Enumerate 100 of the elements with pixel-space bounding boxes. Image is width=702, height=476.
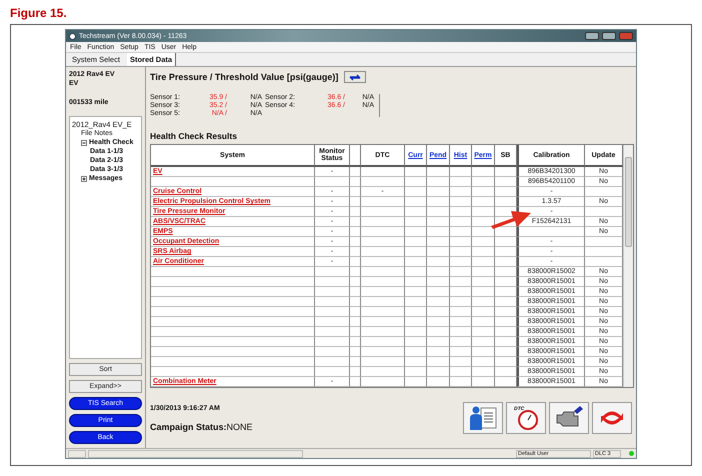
table-cell	[361, 247, 405, 257]
table-cell	[350, 227, 361, 237]
table-cell	[472, 167, 495, 177]
expand-icon[interactable]	[81, 176, 87, 182]
maximize-button[interactable]	[602, 32, 616, 40]
table-cell	[450, 317, 472, 327]
close-button[interactable]	[619, 32, 633, 40]
table-cell	[495, 177, 517, 187]
table-cell	[472, 247, 495, 257]
table-cell	[427, 247, 450, 257]
table-cell	[450, 297, 472, 307]
table-cell	[350, 167, 361, 177]
table-cell	[405, 377, 427, 387]
table-cell	[472, 197, 495, 207]
tool-button[interactable]	[463, 402, 503, 434]
table-cell	[495, 327, 517, 337]
table-cell	[495, 267, 517, 277]
table-cell	[361, 227, 405, 237]
table-cell	[495, 287, 517, 297]
table-cell	[350, 187, 361, 197]
tool-button[interactable]	[592, 402, 632, 434]
table-cell	[472, 347, 495, 357]
table-cell	[350, 277, 361, 287]
table-cell	[405, 287, 427, 297]
table-cell	[361, 267, 405, 277]
table-cell	[350, 267, 361, 277]
table-cell	[427, 187, 450, 197]
table-cell	[361, 337, 405, 347]
table-cell	[405, 207, 427, 217]
table-cell	[450, 327, 472, 337]
table-cell	[405, 217, 427, 227]
table-cell	[450, 347, 472, 357]
table-cell	[495, 337, 517, 347]
table-cell	[472, 367, 495, 377]
table-cell	[472, 327, 495, 337]
table-cell	[361, 167, 405, 177]
table-cell	[350, 287, 361, 297]
campaign-status: Campaign Status:NONE	[150, 422, 253, 432]
table-cell	[427, 257, 450, 267]
table-cell	[361, 317, 405, 327]
table-cell	[427, 207, 450, 217]
table-cell	[427, 347, 450, 357]
table-cell	[350, 337, 361, 347]
table-cell	[450, 307, 472, 317]
table-cell	[450, 227, 472, 237]
table-cell	[350, 217, 361, 227]
minimize-button[interactable]	[585, 32, 599, 40]
table-cell	[495, 307, 517, 317]
table-cell	[427, 277, 450, 287]
table-cell	[495, 347, 517, 357]
table-cell	[472, 177, 495, 187]
table-cell	[450, 267, 472, 277]
table-cell	[450, 237, 472, 247]
collapse-icon[interactable]	[81, 140, 87, 146]
table-cell	[405, 327, 427, 337]
table-cell	[495, 197, 517, 207]
table-cell	[495, 247, 517, 257]
table-cell	[361, 277, 405, 287]
table-cell	[517, 227, 585, 237]
table-cell	[350, 297, 361, 307]
table-cell	[427, 217, 450, 227]
scrollbar[interactable]	[623, 145, 633, 387]
table-cell	[427, 327, 450, 337]
table-cell	[495, 277, 517, 287]
section-title: Tire Pressure / Threshold Value [psi(gauge)]	[150, 72, 338, 82]
table-cell	[472, 357, 495, 367]
table-cell	[315, 317, 350, 327]
table-cell	[405, 247, 427, 257]
table-cell	[472, 287, 495, 297]
table-cell	[427, 357, 450, 367]
table-cell	[350, 357, 361, 367]
table-cell	[361, 177, 405, 187]
table-cell	[450, 197, 472, 207]
tool-button[interactable]	[549, 402, 589, 434]
table-cell	[405, 357, 427, 367]
refresh-button[interactable]	[344, 71, 366, 83]
table-cell	[405, 257, 427, 267]
table-cell	[495, 317, 517, 327]
table-cell	[472, 267, 495, 277]
status-led-icon	[629, 451, 634, 456]
table-cell	[472, 297, 495, 307]
table-cell	[472, 207, 495, 217]
table-cell	[450, 257, 472, 267]
table-cell	[315, 287, 350, 297]
table-cell	[361, 207, 405, 217]
table-cell	[427, 167, 450, 177]
table-cell	[427, 227, 450, 237]
table-cell	[405, 317, 427, 327]
table-cell	[495, 237, 517, 247]
table-cell	[361, 357, 405, 367]
table-cell	[350, 257, 361, 267]
table-cell	[350, 347, 361, 357]
table-cell	[315, 267, 350, 277]
table-cell	[450, 167, 472, 177]
table-cell	[450, 277, 472, 287]
table-cell	[450, 357, 472, 367]
person-document-icon	[468, 405, 498, 431]
table-cell	[427, 297, 450, 307]
table-cell	[361, 237, 405, 247]
table-cell	[405, 267, 427, 277]
